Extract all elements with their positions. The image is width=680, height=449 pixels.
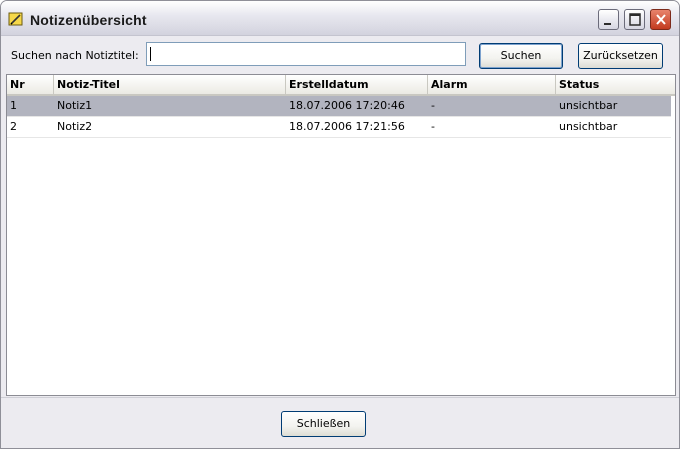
cell-alarm: - — [431, 120, 435, 133]
text-caret — [150, 47, 151, 61]
column-header-status[interactable]: Status — [556, 75, 675, 94]
column-header-nr[interactable]: Nr — [7, 75, 54, 94]
minimize-button[interactable] — [598, 9, 619, 30]
row-divider — [7, 137, 671, 138]
window-title: Notizenübersicht — [30, 12, 147, 28]
cell-status: unsichtbar — [559, 120, 618, 133]
cell-created: 18.07.2006 17:20:46 — [289, 99, 405, 112]
cell-created: 18.07.2006 17:21:56 — [289, 120, 405, 133]
search-input[interactable] — [146, 42, 466, 66]
table-row[interactable]: 1 Notiz1 18.07.2006 17:20:46 - unsichtba… — [7, 96, 671, 116]
title-bar[interactable]: Notizenübersicht — [1, 1, 679, 36]
table-row[interactable]: 2 Notiz2 18.07.2006 17:21:56 - unsichtba… — [7, 117, 671, 137]
cell-status: unsichtbar — [559, 99, 618, 112]
maximize-icon — [629, 13, 641, 26]
column-header-created[interactable]: Erstelldatum — [286, 75, 428, 94]
minimize-icon — [604, 23, 611, 25]
maximize-button[interactable] — [624, 9, 645, 30]
close-window-button[interactable] — [650, 9, 671, 30]
column-header-title[interactable]: Notiz-Titel — [54, 75, 286, 94]
note-icon — [8, 11, 24, 27]
notes-overview-window: Notizenübersicht Suchen nach Notiztitel:… — [0, 0, 680, 449]
search-button[interactable]: Suchen — [479, 43, 563, 69]
table-header: Nr Notiz-Titel Erstelldatum Alarm Status — [7, 75, 675, 96]
cell-alarm: - — [431, 99, 435, 112]
cell-title: Notiz2 — [57, 120, 93, 133]
cell-title: Notiz1 — [57, 99, 93, 112]
notes-table[interactable]: Nr Notiz-Titel Erstelldatum Alarm Status… — [6, 74, 676, 396]
column-header-alarm[interactable]: Alarm — [428, 75, 556, 94]
close-button[interactable]: Schließen — [281, 411, 366, 437]
cell-nr: 1 — [10, 99, 17, 112]
search-label: Suchen nach Notiztitel: — [11, 49, 139, 62]
cell-nr: 2 — [10, 120, 17, 133]
reset-button[interactable]: Zurücksetzen — [578, 43, 663, 69]
close-icon — [656, 14, 666, 25]
